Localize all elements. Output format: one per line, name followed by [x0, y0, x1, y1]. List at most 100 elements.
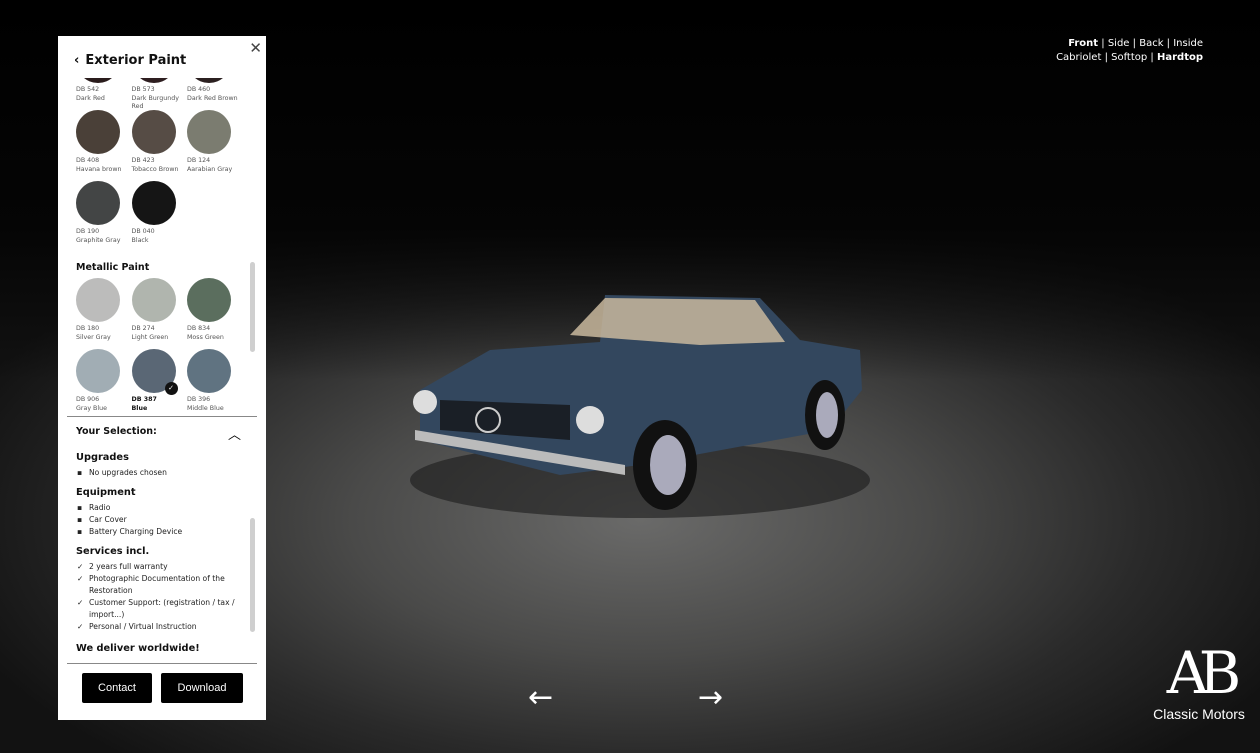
divider	[67, 416, 257, 417]
paint-name: Silver Gray	[76, 333, 111, 341]
arrow-left-icon[interactable]: ←	[528, 680, 553, 715]
view-softtop[interactable]: Softtop	[1111, 52, 1147, 63]
download-button[interactable]: Download	[161, 673, 243, 703]
list-item: ✓ 2 years full warranty	[77, 562, 168, 571]
check-icon: ✓	[164, 382, 178, 395]
list-item: ▪ Car Cover	[77, 515, 127, 524]
paint-swatch[interactable]: DB 460 Dark Red Brown	[187, 78, 243, 103]
selection-heading: Your Selection:	[76, 426, 157, 437]
paint-name: Black	[131, 236, 149, 244]
check-icon: ✓	[77, 622, 84, 631]
paint-code: DB 834	[187, 325, 211, 332]
configurator-panel: ✕ ‹ Exterior Paint Metallic Paint DB 542…	[58, 36, 266, 720]
close-icon[interactable]: ✕	[249, 39, 262, 57]
paint-code: DB 573	[131, 86, 155, 93]
chevron-up-icon[interactable]: ︿	[228, 424, 241, 443]
paint-code: DB 542	[76, 86, 100, 93]
paint-name: Dark Red	[76, 94, 105, 102]
paint-name: Havana brown	[76, 165, 122, 173]
contact-button[interactable]: Contact	[82, 673, 152, 703]
color-circle[interactable]	[131, 110, 176, 154]
paint-name: Light Green	[131, 333, 169, 341]
arrow-right-icon[interactable]: →	[698, 680, 723, 715]
paint-swatch[interactable]: DB 274 Light Green	[131, 278, 188, 342]
paint-swatch[interactable]: DB 573 Dark Burgundy Red	[131, 78, 188, 112]
color-circle[interactable]	[76, 110, 120, 154]
list-item: ▪ No upgrades chosen	[77, 468, 167, 477]
color-circle[interactable]	[76, 78, 120, 83]
metallic-heading: Metallic Paint	[76, 262, 150, 273]
color-circle[interactable]	[76, 181, 120, 225]
bullet-icon: ▪	[77, 468, 83, 477]
paint-swatch[interactable]: DB 834 Moss Green	[187, 278, 243, 342]
bullet-icon: ▪	[77, 503, 83, 512]
paint-name: Dark Burgundy Red	[131, 94, 179, 111]
view-inside[interactable]: Inside	[1173, 38, 1203, 49]
check-icon: ✓	[77, 598, 84, 607]
view-back[interactable]: Back	[1139, 38, 1163, 49]
paint-code: DB 423	[131, 157, 155, 164]
view-hardtop[interactable]: Hardtop	[1157, 52, 1203, 63]
services-heading: Services incl.	[76, 546, 150, 557]
color-circle[interactable]	[187, 349, 231, 393]
color-circle[interactable]	[131, 181, 176, 225]
paint-name: Tobacco Brown	[131, 165, 179, 173]
paint-swatch[interactable]: DB 124 Aarabian Gray	[187, 110, 243, 174]
paint-code: DB 274	[131, 325, 155, 332]
panel-title: ‹ Exterior Paint	[74, 53, 187, 68]
logo-mark: AB	[1166, 639, 1242, 707]
paint-code: DB 408	[76, 157, 100, 164]
equipment-heading: Equipment	[76, 487, 136, 498]
paint-swatch[interactable]: ✓ DB 387 Blue	[131, 349, 188, 413]
logo: AB Classic Motors	[1150, 640, 1248, 722]
paint-name: Gray Blue	[76, 404, 107, 412]
list-item: ✓ Personal / Virtual Instruction	[77, 622, 197, 631]
paint-code: DB 124	[187, 157, 211, 164]
upgrades-heading: Upgrades	[76, 452, 129, 463]
list-item: ▪ Battery Charging Device	[77, 527, 183, 536]
list-item: ▪ Radio	[77, 503, 111, 512]
paint-swatch[interactable]: DB 396 Middle Blue	[187, 349, 243, 413]
list-item: ✓ Photographic Documentation of the Resto…	[77, 574, 225, 595]
deliver-note: We deliver worldwide!	[76, 643, 200, 654]
view-front[interactable]: Front	[1068, 38, 1098, 49]
paint-name: Moss Green	[187, 333, 224, 341]
paint-code: DB 180	[76, 325, 100, 332]
paint-name: Graphite Gray	[76, 236, 121, 244]
paint-code: DB 190	[76, 228, 100, 235]
paint-code: DB 460	[187, 86, 211, 93]
car-3d-view[interactable]	[400, 280, 880, 530]
paint-name: Blue	[131, 404, 148, 412]
list-item: ✓ Customer Support: (registration / tax …	[77, 598, 235, 619]
color-circle[interactable]	[76, 349, 120, 393]
color-circle[interactable]	[187, 110, 231, 154]
paint-swatch-list[interactable]: Metallic Paint DB 542 Dark Red DB 573 Dark …	[58, 78, 266, 416]
view-cabriolet[interactable]: Cabriolet	[1056, 52, 1101, 63]
paint-code: DB 906	[76, 396, 100, 403]
paint-code: DB 040	[131, 228, 155, 235]
paint-swatch[interactable]: DB 542 Dark Red	[76, 78, 132, 103]
selection-summary[interactable]: Upgrades ▪ No upgrades chosen Equipment ▪…	[58, 448, 266, 663]
paint-name: Middle Blue	[187, 404, 224, 412]
view-side[interactable]: Side	[1108, 38, 1130, 49]
paint-code: DB 396	[187, 396, 211, 403]
view-selector: Front | Side | Back | Inside Cabriolet | …	[1056, 38, 1203, 63]
color-circle[interactable]	[131, 78, 176, 83]
color-circle[interactable]	[76, 278, 120, 322]
color-circle[interactable]	[131, 278, 176, 322]
scrollbar[interactable]	[250, 262, 255, 352]
paint-swatch[interactable]: DB 408 Havana brown	[76, 110, 132, 174]
scrollbar[interactable]	[250, 518, 255, 632]
paint-swatch[interactable]: DB 423 Tobacco Brown	[131, 110, 188, 174]
paint-swatch[interactable]: DB 190 Graphite Gray	[76, 181, 132, 245]
check-icon: ✓	[77, 562, 84, 571]
paint-swatch[interactable]: DB 180 Silver Gray	[76, 278, 132, 342]
back-chevron-icon[interactable]: ‹	[74, 53, 79, 68]
color-circle[interactable]: ✓	[131, 349, 178, 395]
bullet-icon: ▪	[77, 515, 83, 524]
paint-swatch[interactable]: DB 906 Gray Blue	[76, 349, 132, 413]
paint-name: Aarabian Gray	[187, 165, 233, 173]
color-circle[interactable]	[187, 278, 231, 322]
color-circle[interactable]	[187, 78, 231, 83]
paint-swatch[interactable]: DB 040 Black	[131, 181, 188, 245]
